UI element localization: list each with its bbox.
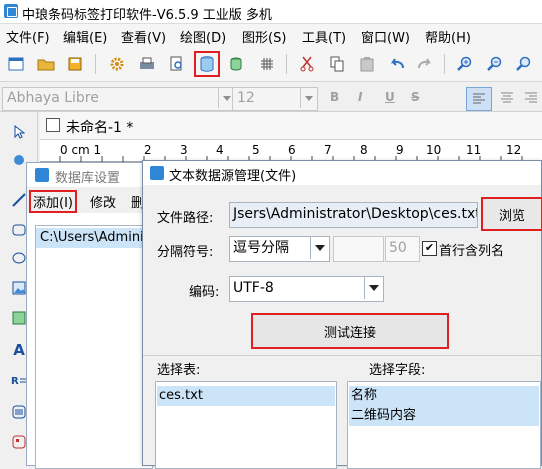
select-arrow-icon[interactable] bbox=[9, 122, 29, 142]
list-item[interactable]: 二维码内容 bbox=[349, 406, 539, 426]
menu-shape[interactable]: 图形(S) bbox=[242, 27, 286, 46]
list-item[interactable]: ces.txt bbox=[157, 386, 335, 406]
separator-custom-input[interactable] bbox=[333, 236, 384, 262]
ruler-label: 3 bbox=[180, 143, 188, 157]
database-toolbar: 添加(I) 修改 删 bbox=[27, 187, 151, 213]
strike-button[interactable]: S bbox=[411, 90, 420, 104]
menu-view[interactable]: 查看(V) bbox=[121, 27, 166, 46]
gear-icon[interactable] bbox=[106, 53, 128, 75]
paste-icon[interactable] bbox=[356, 53, 378, 75]
database-window-title: 数据库设置 bbox=[55, 171, 121, 186]
save-icon[interactable] bbox=[64, 53, 86, 75]
test-connection-button[interactable]: 测试连接 bbox=[251, 313, 449, 349]
window-logo-icon bbox=[35, 168, 49, 182]
window-logo-icon bbox=[150, 166, 164, 180]
chevron-down-icon bbox=[364, 277, 383, 299]
zoom-out-icon[interactable] bbox=[484, 53, 506, 75]
horizontal-ruler: 0 cm 1 2 3 4 5 6 7 8 9 10 11 12 bbox=[40, 140, 542, 162]
document-tab-bar: 未命名-1 * bbox=[40, 112, 542, 140]
app-logo-icon bbox=[4, 4, 18, 18]
font-name-select[interactable]: Abhaya Libre bbox=[2, 87, 236, 111]
align-right-button[interactable] bbox=[520, 88, 542, 108]
ruler-label: 0 cm 1 bbox=[60, 143, 102, 157]
font-toolbar: Abhaya Libre 12 B I U S bbox=[0, 82, 542, 112]
redo-icon[interactable] bbox=[414, 53, 436, 75]
field-select-label: 选择字段: bbox=[369, 363, 426, 378]
main-toolbar bbox=[0, 46, 542, 82]
zoom-fit-icon[interactable] bbox=[513, 53, 535, 75]
file-path-label: 文件路径: bbox=[157, 211, 214, 226]
encoding-select[interactable]: UTF-8 bbox=[229, 276, 384, 302]
chevron-down-icon bbox=[300, 88, 317, 108]
divider bbox=[143, 355, 541, 356]
dialog-header: 文本数据源管理(文件) bbox=[143, 161, 541, 185]
ruler-label: 6 bbox=[288, 143, 296, 157]
new-file-icon[interactable] bbox=[5, 53, 27, 75]
table-list[interactable]: ces.txt bbox=[155, 381, 337, 469]
database-window-header: 数据库设置 bbox=[27, 163, 151, 187]
add-button[interactable]: 添加(I) bbox=[29, 190, 77, 213]
encoding-value: UTF-8 bbox=[233, 280, 274, 296]
database-settings-window: 数据库设置 添加(I) 修改 删 C:\Users\Administrator\… bbox=[26, 162, 153, 469]
database-connect-icon[interactable] bbox=[226, 53, 248, 75]
menu-edit[interactable]: 编辑(E) bbox=[63, 27, 107, 46]
ruler-label: 8 bbox=[360, 143, 368, 157]
edit-button[interactable]: 修改 bbox=[90, 192, 116, 211]
first-row-label: 首行含列名 bbox=[439, 244, 505, 259]
database-settings-icon[interactable] bbox=[194, 51, 220, 77]
menu-bar: 文件(F) 编辑(E) 查看(V) 绘图(D) 图形(S) 工具(T) 窗口(W… bbox=[0, 24, 542, 46]
svg-text:R: R bbox=[11, 376, 19, 387]
font-name-value: Abhaya Libre bbox=[7, 90, 99, 106]
ruler-label: 9 bbox=[396, 143, 404, 157]
menu-help[interactable]: 帮助(H) bbox=[425, 27, 471, 46]
ruler-label: 2 bbox=[144, 143, 152, 157]
ruler-label: 12 bbox=[506, 143, 522, 157]
database-list[interactable]: C:\Users\Administrator\Desktop\ces.txt bbox=[35, 225, 153, 469]
ruler-label: 4 bbox=[216, 143, 224, 157]
align-left-button[interactable] bbox=[466, 87, 492, 111]
ruler-label: 11 bbox=[466, 143, 482, 157]
browse-button[interactable]: 浏览 bbox=[481, 197, 542, 231]
title-bar: 中琅条码标签打印软件-V6.5.9 工业版 多机 bbox=[0, 0, 542, 24]
separator-value: 逗号分隔 bbox=[233, 240, 289, 256]
dialog-title: 文本数据源管理(文件) bbox=[169, 169, 297, 184]
ruler-label: 7 bbox=[324, 143, 332, 157]
first-row-checkbox[interactable]: ✔ bbox=[422, 241, 437, 256]
file-path-input[interactable]: Jsers\Administrator\Desktop\ces.txt bbox=[229, 202, 478, 228]
table-select-label: 选择表: bbox=[157, 363, 201, 378]
document-icon bbox=[46, 118, 60, 132]
field-list[interactable]: 名称 二维码内容 bbox=[347, 381, 541, 469]
undo-icon[interactable] bbox=[386, 53, 408, 75]
print-icon[interactable] bbox=[136, 53, 158, 75]
bold-button[interactable]: B bbox=[330, 90, 339, 104]
print-preview-icon[interactable] bbox=[166, 53, 188, 75]
menu-window[interactable]: 窗口(W) bbox=[361, 27, 410, 46]
grid-icon[interactable] bbox=[256, 53, 278, 75]
text-datasource-dialog: 文本数据源管理(文件) 文件路径: Jsers\Administrator\De… bbox=[142, 160, 542, 469]
separator-number-input[interactable]: 50 bbox=[385, 236, 420, 262]
separator-label: 分隔符号: bbox=[157, 245, 214, 260]
tab-document[interactable]: 未命名-1 * bbox=[66, 117, 133, 137]
ruler-label: 5 bbox=[252, 143, 260, 157]
cut-icon[interactable] bbox=[296, 53, 318, 75]
separator-select[interactable]: 逗号分隔 bbox=[229, 236, 330, 262]
align-center-button[interactable] bbox=[496, 88, 518, 108]
list-item[interactable]: 名称 bbox=[349, 386, 539, 406]
copy-icon[interactable] bbox=[326, 53, 348, 75]
menu-draw[interactable]: 绘图(D) bbox=[180, 27, 226, 46]
menu-tools[interactable]: 工具(T) bbox=[302, 27, 346, 46]
underline-button[interactable]: U bbox=[385, 90, 395, 104]
chevron-down-icon bbox=[310, 237, 329, 259]
italic-button[interactable]: I bbox=[358, 90, 362, 104]
font-size-select[interactable]: 12 bbox=[232, 87, 318, 111]
encoding-label: 编码: bbox=[189, 285, 220, 300]
zoom-in-icon[interactable] bbox=[454, 53, 476, 75]
font-size-value: 12 bbox=[237, 90, 255, 106]
open-folder-icon[interactable] bbox=[35, 53, 57, 75]
ruler-label: 10 bbox=[426, 143, 442, 157]
list-item[interactable]: C:\Users\Administrator\Desktop\ces.txt bbox=[36, 228, 152, 248]
menu-file[interactable]: 文件(F) bbox=[6, 27, 50, 46]
window-title: 中琅条码标签打印软件-V6.5.9 工业版 多机 bbox=[22, 8, 272, 23]
